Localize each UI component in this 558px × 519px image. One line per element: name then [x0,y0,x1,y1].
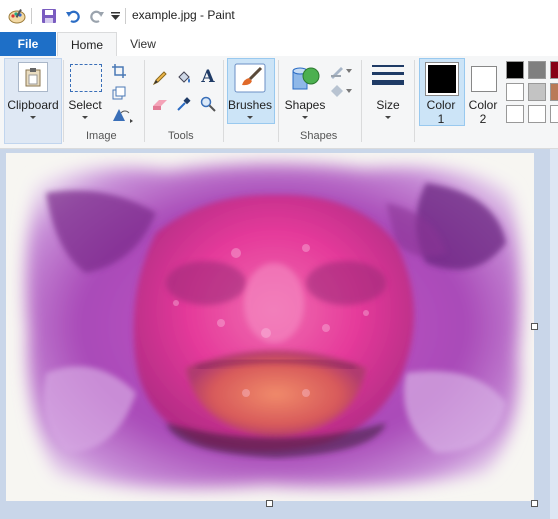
paint-app-icon[interactable] [6,6,28,26]
palette-swatch-lightgray[interactable] [528,83,546,101]
color2-swatch[interactable] [471,66,497,92]
shapes-button-label[interactable]: Shapes [280,98,330,112]
fill-bucket-icon[interactable] [174,68,194,88]
ribbon-tabs: File Home View [0,32,558,57]
pencil-icon[interactable] [150,68,170,88]
customize-quick-access-icon[interactable] [108,6,122,26]
clipboard-label: Clipboard [7,98,59,112]
palette-swatch-white[interactable] [506,83,524,101]
outline-icon[interactable] [328,62,354,80]
resize-handle-right[interactable] [531,323,538,330]
select-label[interactable]: Select [64,98,106,112]
color1-frame [425,62,459,96]
size-icon[interactable] [370,62,406,92]
group-divider [414,60,415,142]
brushes-label: Brushes [227,98,273,112]
palette-swatch-empty[interactable] [506,105,524,123]
window-title: example.jpg - Paint [132,8,235,22]
clipboard-icon [18,62,48,92]
tab-view[interactable]: View [118,32,168,56]
resize-icon[interactable] [110,84,128,102]
palette-swatch-empty[interactable] [528,105,546,123]
chevron-down-icon [302,116,308,119]
canvas-image [6,153,534,501]
palette-swatch-darkred[interactable] [550,61,558,79]
resize-handle-bottom[interactable] [266,500,273,507]
chevron-down-icon [385,116,391,119]
color1-label: Color [426,98,456,112]
group-divider [278,60,279,142]
shapes-icon[interactable] [288,62,322,94]
palette-swatch-gray[interactable] [528,61,546,79]
select-icon[interactable] [70,64,102,92]
image-group-label: Image [86,130,117,142]
group-divider [223,60,224,142]
palette-swatch-brown[interactable] [550,83,558,101]
tab-file[interactable]: File [0,32,56,56]
ribbon: Clipboard Select Image A Tools Brushes S… [0,56,558,149]
undo-icon[interactable] [62,6,84,26]
tab-home[interactable]: Home [57,32,117,57]
eraser-icon[interactable] [150,94,170,114]
color2-label: Color [468,98,498,112]
redo-icon[interactable] [86,6,108,26]
save-icon[interactable] [38,6,60,26]
resize-handle-corner[interactable] [531,500,538,507]
rotate-icon[interactable] [110,106,136,124]
chevron-down-icon [30,116,36,119]
tools-group-label: Tools [168,130,194,142]
text-tool-icon[interactable]: A [198,66,218,88]
group-divider [144,60,145,142]
chevron-down-icon [82,116,88,119]
qa-divider [31,8,32,24]
canvas[interactable] [6,153,534,501]
crop-icon[interactable] [110,62,128,80]
title-bar: example.jpg - Paint [0,0,558,32]
palette-swatch-black[interactable] [506,61,524,79]
color2-number: 2 [479,112,487,126]
color1-number: 1 [437,112,445,126]
color-picker-icon[interactable] [174,94,194,114]
size-label: Size [376,98,400,112]
magnifier-icon[interactable] [198,94,218,114]
shape-fill-icon[interactable] [328,82,354,100]
shapes-group-label: Shapes [300,130,338,142]
brush-icon [232,62,268,94]
vertical-scroll-area[interactable] [550,149,558,519]
qa-divider [125,8,126,24]
palette-swatch-empty[interactable] [550,105,558,123]
chevron-down-icon [247,116,253,119]
group-divider [361,60,362,142]
color1-swatch [428,65,456,93]
